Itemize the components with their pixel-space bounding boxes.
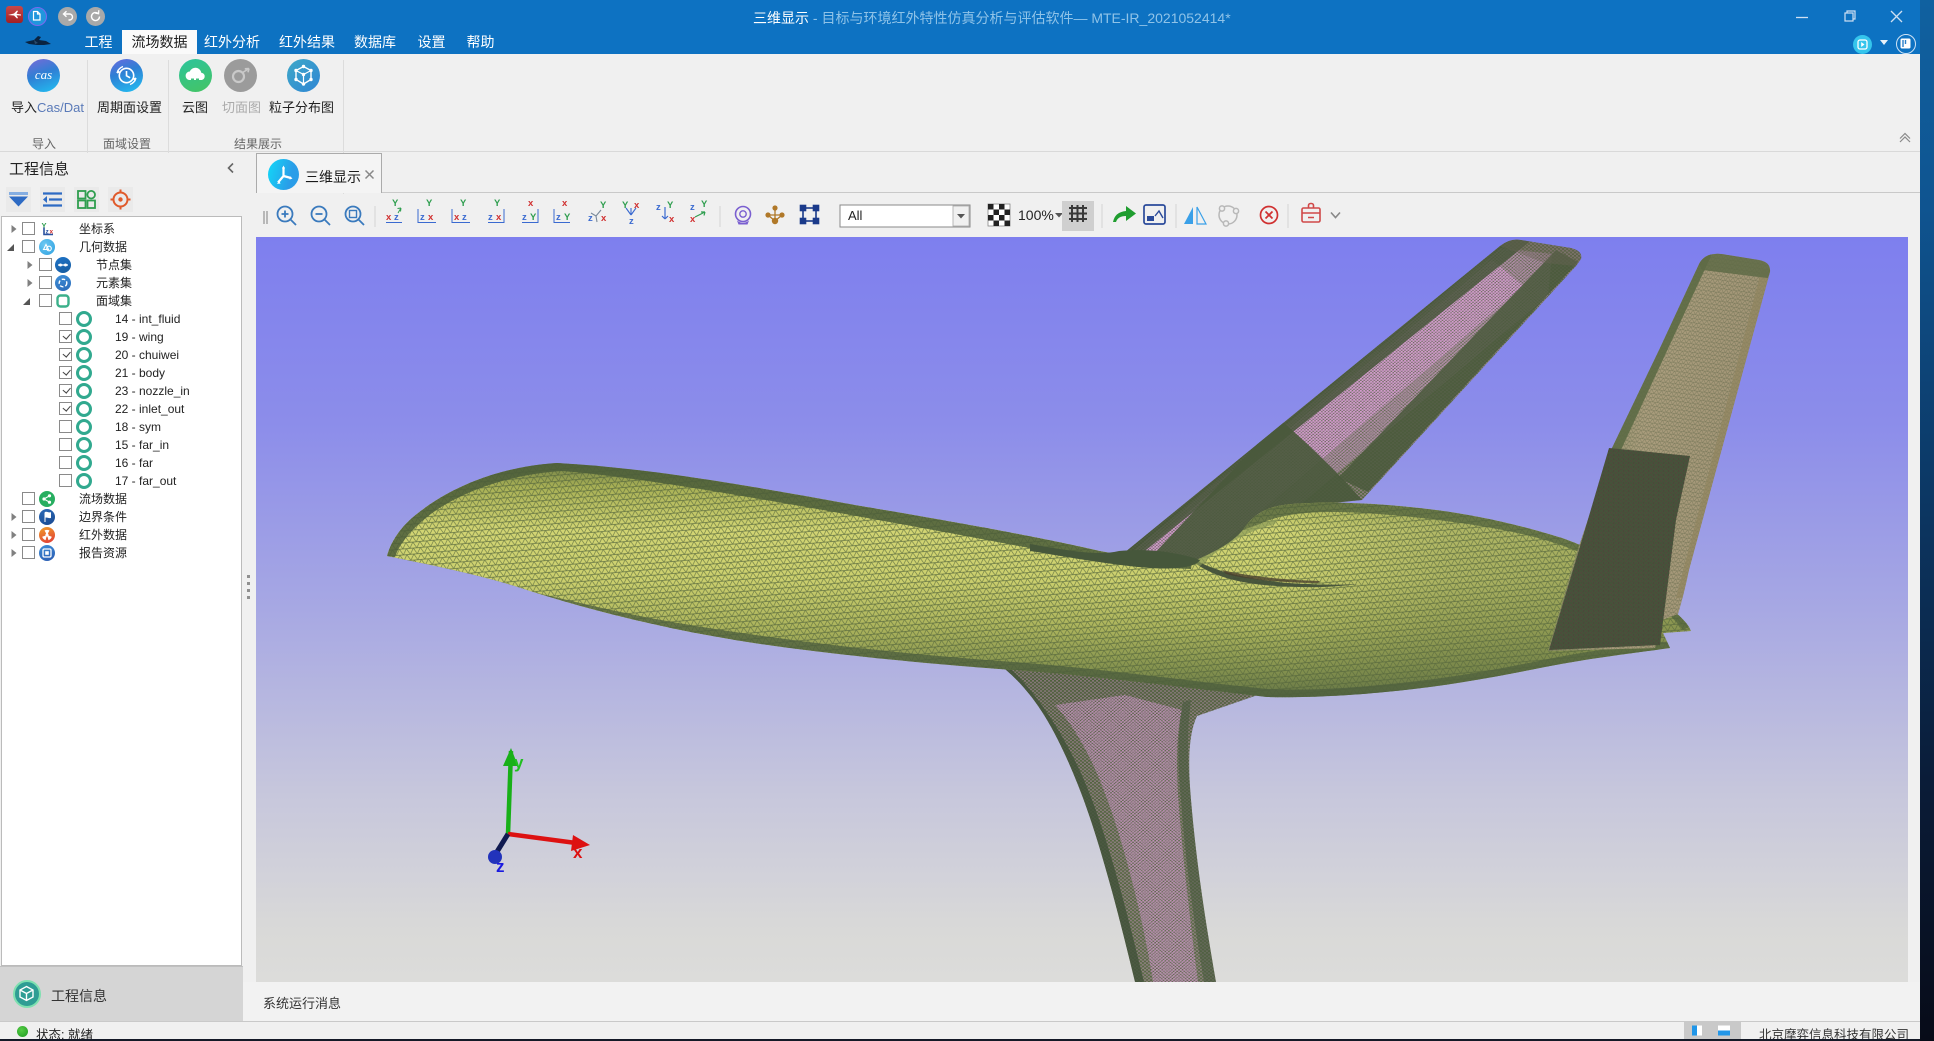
svg-text:z: z <box>488 212 493 223</box>
svg-text:100%: 100% <box>1018 207 1054 223</box>
svg-text:Y: Y <box>564 212 571 223</box>
svg-text:x: x <box>428 212 434 223</box>
svg-text:x: x <box>50 229 54 236</box>
svg-text:z: z <box>690 202 695 213</box>
svg-text:Y: Y <box>426 198 433 209</box>
svg-text:x: x <box>454 212 460 223</box>
svg-text:z: z <box>629 216 634 227</box>
svg-text:z: z <box>496 857 505 876</box>
svg-text:Y: Y <box>701 199 708 210</box>
svg-text:z: z <box>556 212 561 223</box>
svg-text:z: z <box>522 212 527 223</box>
svg-text:z: z <box>394 212 399 223</box>
svg-text:y: y <box>514 753 524 772</box>
svg-text:Y: Y <box>494 198 501 209</box>
svg-text:x: x <box>573 843 583 862</box>
svg-text:x: x <box>528 198 534 209</box>
svg-text:z: z <box>420 212 425 223</box>
svg-text:z: z <box>656 202 661 213</box>
svg-text:x: x <box>601 213 607 224</box>
svg-text:x: x <box>669 214 675 225</box>
svg-text:z: z <box>462 212 467 223</box>
svg-text:Y: Y <box>392 198 399 209</box>
svg-text:All: All <box>848 208 863 223</box>
svg-text:Y: Y <box>460 198 467 209</box>
svg-text:z: z <box>588 213 593 224</box>
svg-text:Y: Y <box>622 200 629 211</box>
svg-text:Y: Y <box>530 212 537 223</box>
svg-text:Y: Y <box>600 200 607 211</box>
svg-text:x: x <box>690 214 696 225</box>
svg-text:x: x <box>386 212 392 223</box>
svg-text:x: x <box>496 212 502 223</box>
svg-text:x: x <box>562 198 568 209</box>
svg-text:Y: Y <box>667 200 674 211</box>
